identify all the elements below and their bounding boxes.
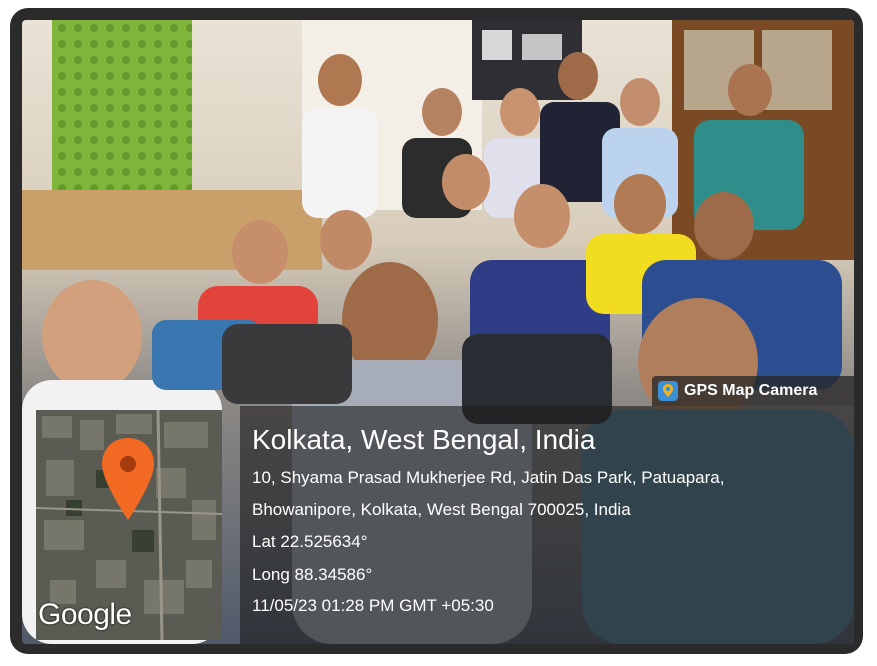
place-title: Kolkata, West Bengal, India <box>252 424 596 455</box>
latitude: Lat 22.525634° <box>252 532 368 551</box>
notice-paper <box>482 30 512 60</box>
address-line-2: Bhowanipore, Kolkata, West Bengal 700025… <box>252 500 631 519</box>
longitude: Long 88.34586° <box>252 565 373 584</box>
notice-paper <box>522 34 562 60</box>
gps-badge-label: GPS Map Camera <box>684 382 818 399</box>
cabinet-glass <box>762 30 832 110</box>
curtain-pattern <box>52 20 192 210</box>
timestamp: 11/05/23 01:28 PM GMT +05:30 <box>252 596 494 615</box>
group-photo: GPS Map Camera Google Kolkata, West Beng… <box>22 20 854 644</box>
gps-map-camera-badge: GPS Map Camera <box>652 376 854 406</box>
google-logo: Google <box>38 598 132 631</box>
map-pin-icon <box>658 381 678 401</box>
map-thumbnail: Google <box>36 410 222 640</box>
address-line-1: 10, Shyama Prasad Mukherjee Rd, Jatin Da… <box>252 468 725 487</box>
